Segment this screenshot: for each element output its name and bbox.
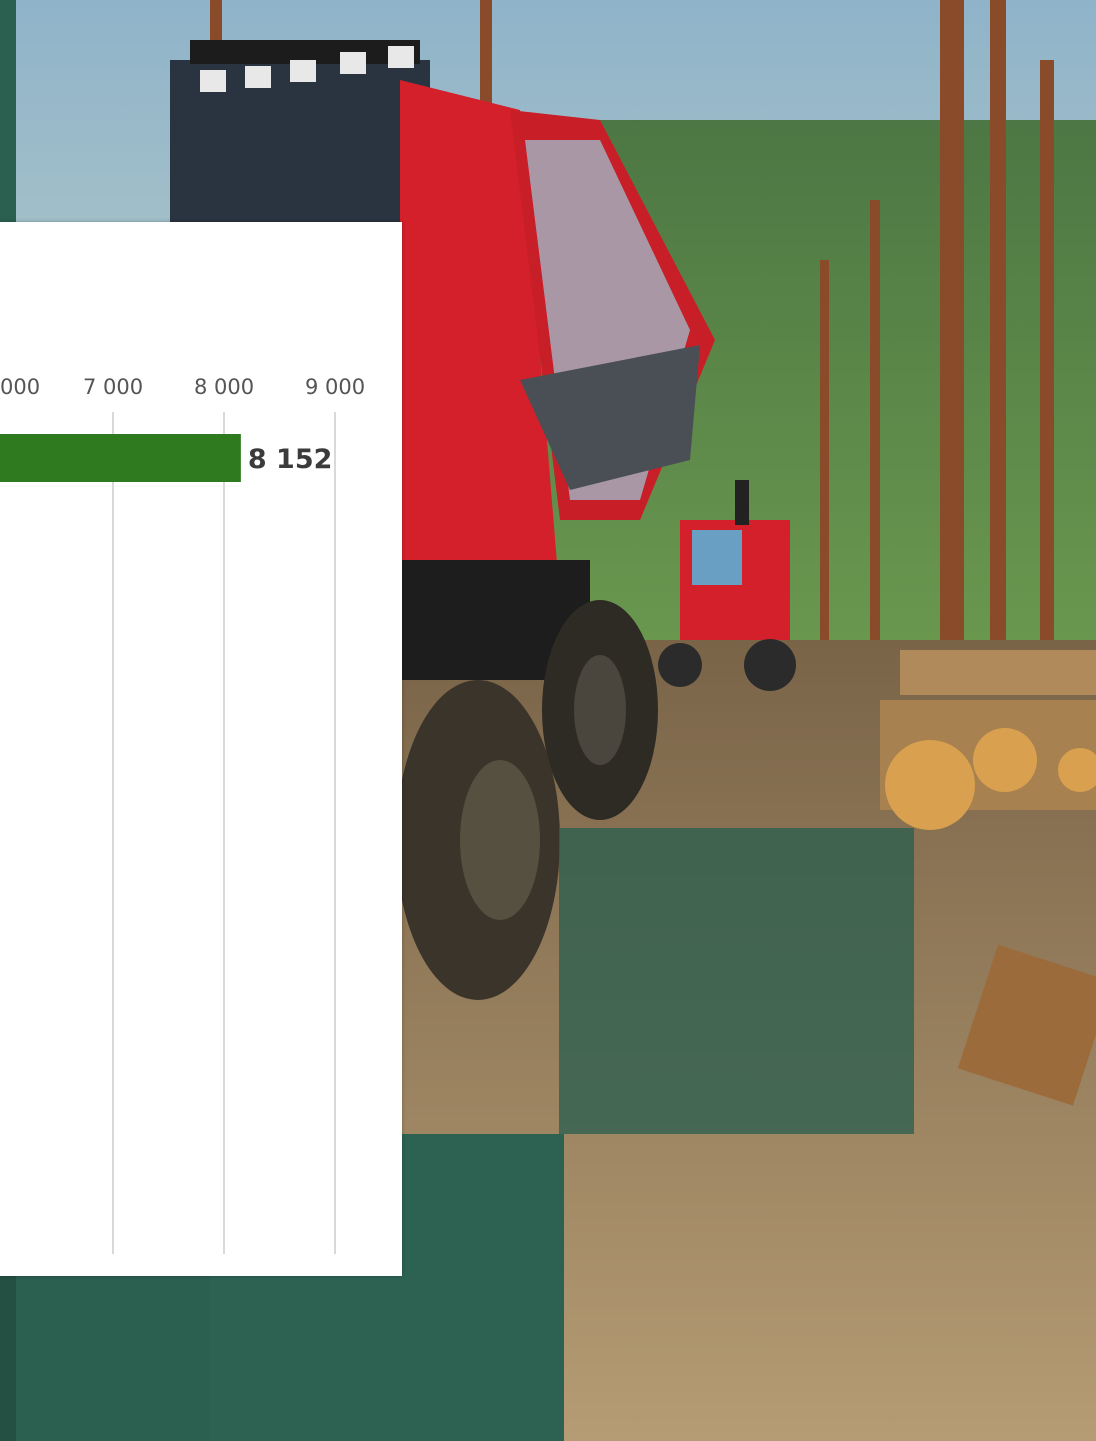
x-tick-label: 000 [0,375,40,399]
chart-card: 000 7 000 8 000 9 000 8 152 [0,222,402,1276]
x-tick-label: 9 000 [305,375,365,399]
x-axis-ticks: 000 7 000 8 000 9 000 [0,375,365,399]
x-tick-label: 7 000 [83,375,143,399]
gridlines [112,412,336,1254]
bar-chart: 000 7 000 8 000 9 000 8 152 [0,375,365,1254]
bars [0,434,241,482]
bar-value-label: 8 152 [248,444,333,475]
bar [0,434,241,482]
x-tick-label: 8 000 [194,375,254,399]
data-labels: 8 152 [248,444,333,475]
